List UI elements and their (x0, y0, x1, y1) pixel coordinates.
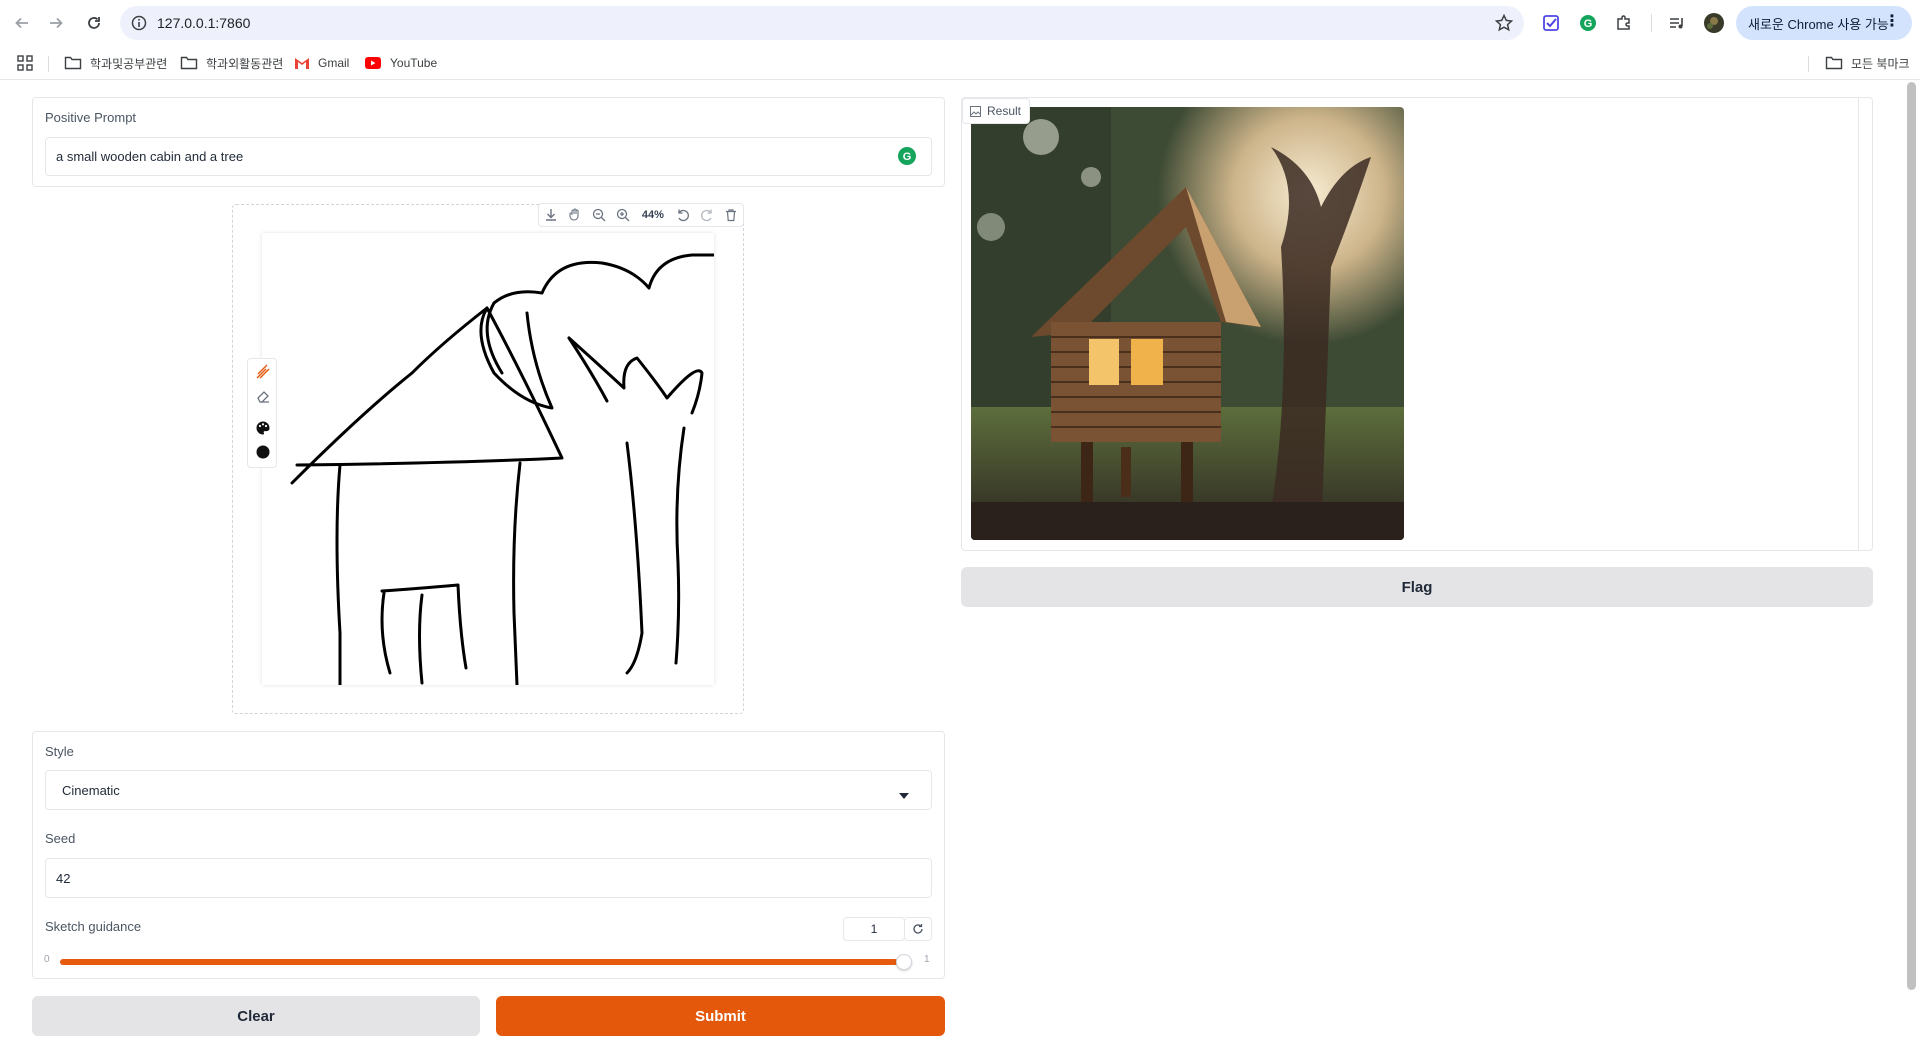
image-icon (970, 106, 981, 120)
bookmark-label: YouTube (390, 56, 438, 70)
prompt-input[interactable]: a small wooden cabin and a tree G (45, 137, 932, 176)
guidance-slider-track[interactable] (60, 959, 898, 965)
extensions-icon[interactable] (1613, 12, 1635, 34)
reload-icon[interactable] (82, 11, 106, 35)
browser-toolbar: 127.0.0.1:7860 G 새로운 Chrome 사용 가능 ⋮ (0, 0, 1920, 46)
bookmarks-bar: 학과및공부관련 학과외활동관련 Gmail YouTube 모든 북마크 (0, 46, 1920, 80)
forward-icon[interactable] (44, 11, 68, 35)
result-label-badge: Result (962, 98, 1031, 124)
color-palette-icon[interactable] (254, 419, 272, 437)
submit-button[interactable]: Submit (496, 996, 945, 1036)
prompt-value: a small wooden cabin and a tree (56, 149, 244, 164)
result-scrollbar[interactable] (1858, 98, 1872, 550)
undo-icon[interactable] (674, 206, 692, 224)
bookmark-youtube[interactable]: YouTube (364, 54, 437, 72)
profile-avatar[interactable] (1703, 12, 1725, 34)
bookmark-label: Gmail (318, 56, 350, 70)
settings-panel: Style Cinematic Seed 42 Sketch guidance … (32, 731, 945, 979)
seed-value: 42 (56, 870, 71, 886)
clear-button[interactable]: Clear (32, 996, 480, 1036)
site-info-icon[interactable] (130, 14, 148, 32)
download-icon[interactable] (542, 206, 560, 224)
zoom-out-icon[interactable] (590, 206, 608, 224)
guidance-number-input[interactable]: 1 (843, 917, 905, 941)
youtube-icon (365, 57, 381, 69)
bookmarks-divider (48, 56, 49, 72)
chevron-down-icon (899, 787, 909, 802)
style-selected: Cinematic (62, 782, 120, 798)
slider-max-label: 1 (924, 954, 930, 965)
guidance-slider-thumb[interactable] (896, 954, 912, 970)
gmail-icon (295, 58, 309, 69)
folder-icon (64, 56, 82, 70)
result-label: Result (987, 104, 1022, 118)
pan-hand-icon[interactable] (566, 206, 584, 224)
folder-icon (180, 56, 198, 70)
generated-cabin-image (971, 107, 1404, 540)
brush-icon[interactable] (254, 363, 272, 381)
chrome-update-label: 새로운 Chrome 사용 가능 (1748, 16, 1889, 32)
svg-text:G: G (903, 151, 912, 163)
guidance-label: Sketch guidance (45, 919, 142, 934)
address-bar[interactable]: 127.0.0.1:7860 (120, 6, 1524, 40)
canvas-toolbar: 44% (538, 203, 744, 227)
brush-size-icon[interactable] (254, 443, 272, 461)
all-bookmarks-label: 모든 북마크 (1851, 56, 1910, 71)
trash-icon[interactable] (722, 206, 740, 224)
seed-label: Seed (45, 831, 76, 846)
eraser-icon[interactable] (254, 387, 272, 405)
sketch-canvas[interactable] (262, 233, 716, 687)
apps-grid-icon[interactable] (16, 54, 34, 72)
slider-min-label: 0 (44, 954, 50, 965)
svg-text:G: G (1584, 18, 1593, 30)
grammarly-extension-icon[interactable]: G (1577, 12, 1599, 34)
brush-tools (247, 358, 277, 468)
guidance-value: 1 (870, 922, 878, 936)
bookmark-label: 학과외활동관련 (206, 56, 284, 71)
zoom-level: 44% (641, 209, 664, 221)
prompt-label: Positive Prompt (45, 110, 137, 125)
more-menu-icon[interactable]: ⋮ (1884, 14, 1900, 30)
style-label: Style (45, 744, 74, 759)
prompt-panel: Positive Prompt a small wooden cabin and… (32, 97, 945, 187)
task-extension-icon[interactable] (1540, 12, 1562, 34)
media-control-icon[interactable] (1666, 12, 1688, 34)
sketch-drawing (290, 253, 716, 687)
folder-icon (1825, 56, 1843, 70)
bookmarks-divider (1808, 56, 1809, 72)
bookmark-gmail[interactable]: Gmail (294, 54, 349, 72)
grammarly-icon[interactable]: G (897, 146, 917, 169)
back-icon[interactable] (10, 11, 34, 35)
bookmark-folder-study[interactable]: 학과및공부관련 (64, 54, 167, 72)
bookmark-label: 학과및공부관련 (90, 56, 168, 71)
toolbar-divider (1651, 14, 1652, 32)
all-bookmarks[interactable]: 모든 북마크 (1825, 54, 1910, 72)
redo-icon[interactable] (698, 206, 716, 224)
flag-button[interactable]: Flag (961, 567, 1873, 607)
result-image[interactable] (971, 107, 1404, 540)
zoom-in-icon[interactable] (614, 206, 632, 224)
style-dropdown[interactable]: Cinematic (45, 770, 932, 810)
url-text[interactable]: 127.0.0.1:7860 (157, 15, 250, 31)
page-scrollbar[interactable] (1907, 82, 1916, 990)
chrome-update-button[interactable]: 새로운 Chrome 사용 가능 ⋮ (1736, 6, 1912, 40)
bookmark-star-icon[interactable] (1494, 13, 1514, 33)
reset-icon[interactable] (904, 917, 932, 941)
seed-input[interactable]: 42 (45, 858, 932, 898)
bookmark-folder-activities[interactable]: 학과외활동관련 (180, 54, 283, 72)
